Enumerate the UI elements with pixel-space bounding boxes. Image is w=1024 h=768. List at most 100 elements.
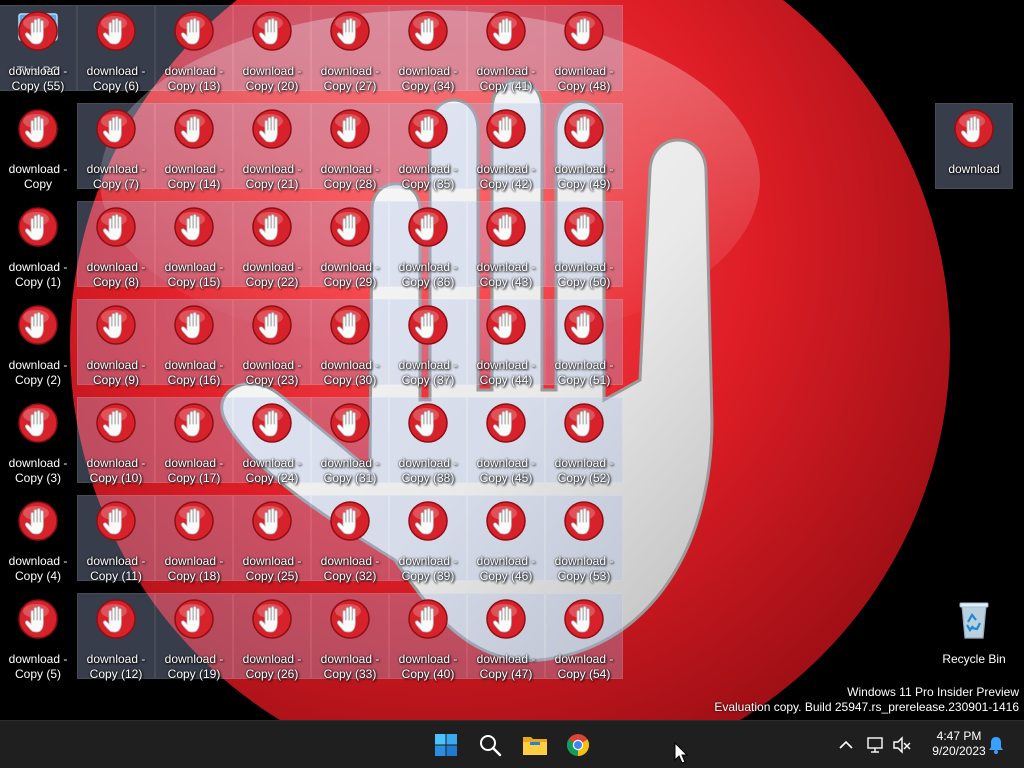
file-item-copy-54[interactable]: download - Copy (54) bbox=[545, 593, 623, 681]
file-item-copy-47[interactable]: download - Copy (47) bbox=[467, 593, 545, 681]
file-item-copy-7[interactable]: download - Copy (7) bbox=[77, 103, 155, 191]
file-item-copy-28[interactable]: download - Copy (28) bbox=[311, 103, 389, 191]
network-button[interactable] bbox=[866, 735, 886, 755]
file-item-copy-25[interactable]: download - Copy (25) bbox=[233, 495, 311, 583]
file-item-copy-8[interactable]: download - Copy (8) bbox=[77, 201, 155, 289]
file-item-copy-11[interactable]: download - Copy (11) bbox=[77, 495, 155, 583]
file-item-copy-19[interactable]: download - Copy (19) bbox=[155, 593, 233, 681]
show-hidden-icons-button[interactable] bbox=[836, 735, 856, 755]
desktop-icon-label: download - Copy (9) bbox=[86, 358, 146, 387]
file-item-copy-48[interactable]: download - Copy (48) bbox=[545, 5, 623, 93]
stop-hand-icon bbox=[96, 501, 136, 541]
recycle-bin-item[interactable]: Recycle Bin bbox=[936, 594, 1012, 678]
file-item-copy-1[interactable]: download - Copy (1) bbox=[0, 202, 76, 289]
search-button[interactable] bbox=[472, 727, 508, 763]
desktop-icon-label: download - Copy (1) bbox=[8, 260, 68, 289]
file-item-copy-18[interactable]: download - Copy (18) bbox=[155, 495, 233, 583]
chrome-button[interactable] bbox=[560, 727, 596, 763]
stop-hand-icon bbox=[408, 11, 448, 51]
desktop-icon-label: download - Copy (35) bbox=[398, 162, 458, 191]
desktop-icon-label: download - Copy (53) bbox=[554, 554, 614, 583]
file-item-copy-33[interactable]: download - Copy (33) bbox=[311, 593, 389, 681]
file-item-copy-53[interactable]: download - Copy (53) bbox=[545, 495, 623, 583]
desktop-icon-label: download - Copy (42) bbox=[476, 162, 536, 191]
file-explorer-button[interactable] bbox=[516, 727, 552, 763]
file-item-copy-49[interactable]: download - Copy (49) bbox=[545, 103, 623, 191]
chrome-icon bbox=[567, 734, 589, 756]
stop-hand-icon bbox=[96, 305, 136, 345]
file-item-copy-15[interactable]: download - Copy (15) bbox=[155, 201, 233, 289]
file-item-copy-3[interactable]: download - Copy (3) bbox=[0, 398, 76, 485]
file-item-copy-10[interactable]: download - Copy (10) bbox=[77, 397, 155, 485]
file-item-copy-44[interactable]: download - Copy (44) bbox=[467, 299, 545, 387]
desktop-icon-label: download - Copy (17) bbox=[164, 456, 224, 485]
file-item-copy-27[interactable]: download - Copy (27) bbox=[311, 5, 389, 93]
stop-hand-icon bbox=[564, 403, 604, 443]
stop-hand-icon bbox=[18, 207, 58, 247]
file-item-copy-50[interactable]: download - Copy (50) bbox=[545, 201, 623, 289]
stop-hand-icon bbox=[330, 403, 370, 443]
stop-hand-icon bbox=[96, 599, 136, 639]
file-item-copy-22[interactable]: download - Copy (22) bbox=[233, 201, 311, 289]
volume-button[interactable] bbox=[892, 735, 912, 755]
stop-hand-icon bbox=[564, 305, 604, 345]
file-item-copy-6[interactable]: download - Copy (6) bbox=[77, 5, 155, 93]
file-item-copy-41[interactable]: download - Copy (41) bbox=[467, 5, 545, 93]
file-item-copy-14[interactable]: download - Copy (14) bbox=[155, 103, 233, 191]
desktop-icon-label: download - Copy (29) bbox=[320, 260, 380, 289]
file-item-copy-31[interactable]: download - Copy (31) bbox=[311, 397, 389, 485]
file-item-copy-20[interactable]: download - Copy (20) bbox=[233, 5, 311, 93]
file-item-copy-4[interactable]: download - Copy (4) bbox=[0, 496, 76, 583]
file-item-copy-52[interactable]: download - Copy (52) bbox=[545, 397, 623, 485]
file-item-copy-29[interactable]: download - Copy (29) bbox=[311, 201, 389, 289]
file-item-copy-45[interactable]: download - Copy (45) bbox=[467, 397, 545, 485]
file-item-copy-17[interactable]: download - Copy (17) bbox=[155, 397, 233, 485]
file-item-copy-30[interactable]: download - Copy (30) bbox=[311, 299, 389, 387]
start-button[interactable] bbox=[428, 727, 464, 763]
stop-hand-icon bbox=[252, 403, 292, 443]
file-item-copy-13[interactable]: download - Copy (13) bbox=[155, 5, 233, 93]
stop-hand-icon bbox=[330, 599, 370, 639]
search-icon bbox=[480, 735, 502, 757]
desktop-icon-label: download - Copy (15) bbox=[164, 260, 224, 289]
file-item-copy-23[interactable]: download - Copy (23) bbox=[233, 299, 311, 387]
download-file-item[interactable]: download bbox=[935, 103, 1013, 189]
file-item-copy-39[interactable]: download - Copy (39) bbox=[389, 495, 467, 583]
stop-hand-icon bbox=[564, 599, 604, 639]
file-item-copy-32[interactable]: download - Copy (32) bbox=[311, 495, 389, 583]
stop-hand-icon bbox=[486, 305, 526, 345]
file-item-copy-36[interactable]: download - Copy (36) bbox=[389, 201, 467, 289]
file-item-copy-55[interactable]: download - Copy (55) bbox=[0, 5, 77, 93]
stop-hand-icon bbox=[564, 207, 604, 247]
file-item-copy-42[interactable]: download - Copy (42) bbox=[467, 103, 545, 191]
file-item-copy-34[interactable]: download - Copy (34) bbox=[389, 5, 467, 93]
desktop-icon-label: download - Copy (37) bbox=[398, 358, 458, 387]
file-item-copy-12[interactable]: download - Copy (12) bbox=[77, 593, 155, 681]
file-item-copy-9[interactable]: download - Copy (9) bbox=[77, 299, 155, 387]
stop-hand-icon bbox=[408, 501, 448, 541]
file-item-copy-2[interactable]: download - Copy (2) bbox=[0, 300, 76, 387]
file-item-copy-26[interactable]: download - Copy (26) bbox=[233, 593, 311, 681]
file-item-download-copy[interactable]: download - Copy bbox=[0, 104, 76, 191]
file-item-copy-5[interactable]: download - Copy (5) bbox=[0, 594, 76, 681]
file-item-copy-38[interactable]: download - Copy (38) bbox=[389, 397, 467, 485]
stop-hand-icon bbox=[174, 501, 214, 541]
file-item-copy-46[interactable]: download - Copy (46) bbox=[467, 495, 545, 583]
file-item-copy-16[interactable]: download - Copy (16) bbox=[155, 299, 233, 387]
file-item-copy-40[interactable]: download - Copy (40) bbox=[389, 593, 467, 681]
stop-hand-icon bbox=[252, 501, 292, 541]
stop-hand-icon bbox=[564, 109, 604, 149]
notification-center-button[interactable] bbox=[986, 735, 1006, 755]
desktop-icon-area: This PC download - Copy download - Copy (1… bbox=[0, 0, 1024, 720]
watermark-edition: Windows 11 Pro Insider Preview bbox=[847, 685, 1019, 699]
file-item-copy-37[interactable]: download - Copy (37) bbox=[389, 299, 467, 387]
file-item-copy-51[interactable]: download - Copy (51) bbox=[545, 299, 623, 387]
stop-hand-icon bbox=[18, 305, 58, 345]
file-item-copy-35[interactable]: download - Copy (35) bbox=[389, 103, 467, 191]
file-item-copy-21[interactable]: download - Copy (21) bbox=[233, 103, 311, 191]
desktop-icon-label: download - Copy (52) bbox=[554, 456, 614, 485]
desktop-icon-label: download - Copy (7) bbox=[86, 162, 146, 191]
file-item-copy-24[interactable]: download - Copy (24) bbox=[233, 397, 311, 485]
recycle-bin-icon bbox=[959, 602, 989, 639]
file-item-copy-43[interactable]: download - Copy (43) bbox=[467, 201, 545, 289]
